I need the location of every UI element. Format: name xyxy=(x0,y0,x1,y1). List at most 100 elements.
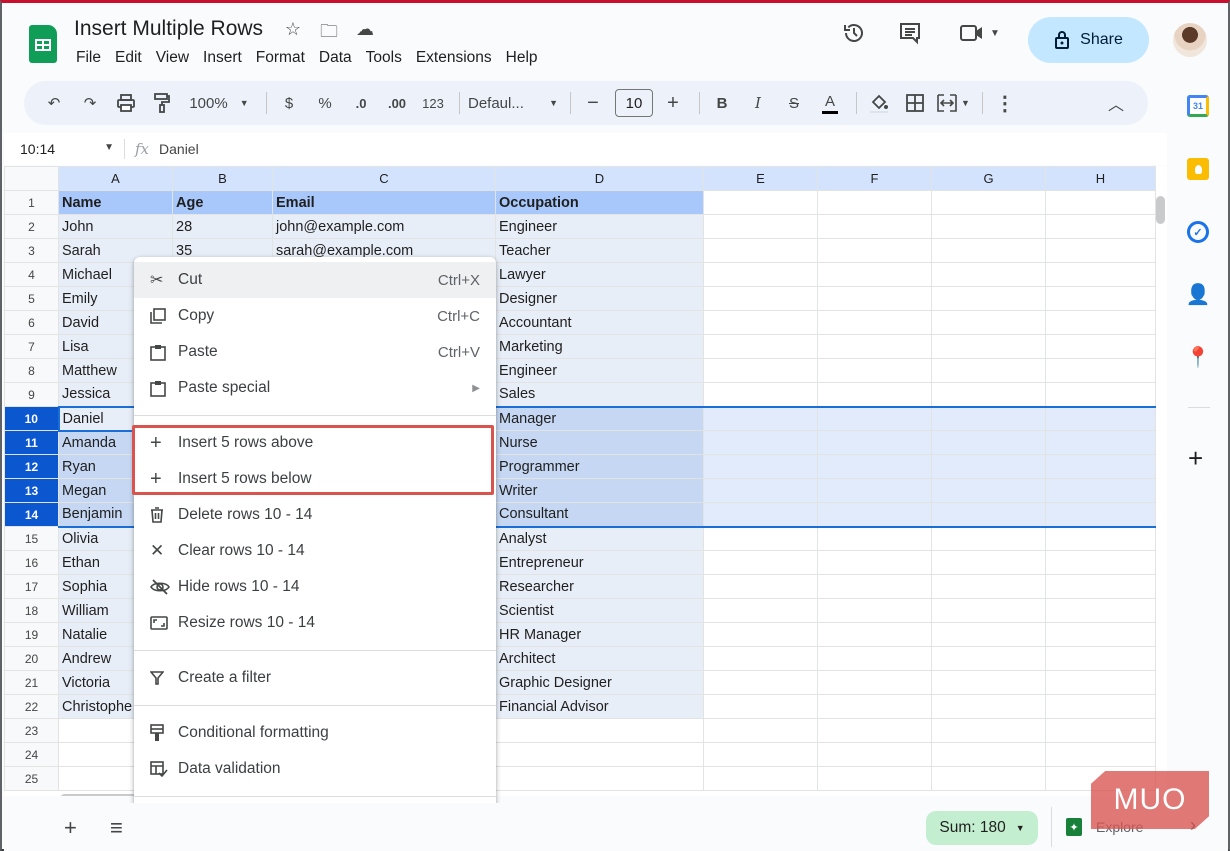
cell-d6[interactable]: Accountant xyxy=(495,310,704,335)
cell-h7[interactable] xyxy=(1045,334,1156,359)
sum-chip[interactable]: Sum: 180 ▼ xyxy=(926,811,1038,845)
menu-item-create-filter[interactable]: Create a filter xyxy=(134,660,496,696)
cell-g22[interactable] xyxy=(931,694,1046,719)
more-options-icon[interactable]: ⋮ xyxy=(991,89,1019,117)
paint-format-icon[interactable] xyxy=(148,89,176,117)
cell-d23[interactable] xyxy=(495,718,704,743)
cell-g23[interactable] xyxy=(931,718,1046,743)
cell-f12[interactable] xyxy=(817,454,932,479)
cell-g6[interactable] xyxy=(931,310,1046,335)
collapse-toolbar-icon[interactable]: ︿ xyxy=(1102,89,1130,117)
cell-h8[interactable] xyxy=(1045,358,1156,383)
cell-f9[interactable] xyxy=(817,382,932,407)
cell-f20[interactable] xyxy=(817,646,932,671)
add-addon-icon[interactable]: + xyxy=(1188,443,1203,474)
cell-h10[interactable] xyxy=(1045,405,1156,431)
cell-a2[interactable]: John xyxy=(58,214,173,239)
cell-e16[interactable] xyxy=(703,550,818,575)
cell-h24[interactable] xyxy=(1045,742,1156,767)
cell-b1[interactable]: Age xyxy=(172,190,273,215)
italic-button[interactable]: I xyxy=(744,89,772,117)
cell-f2[interactable] xyxy=(817,214,932,239)
row-header[interactable]: 9 xyxy=(4,382,59,407)
row-header[interactable]: 8 xyxy=(4,358,59,383)
share-button[interactable]: Share xyxy=(1028,17,1149,63)
cell-e3[interactable] xyxy=(703,238,818,263)
contacts-icon[interactable]: 👤 xyxy=(1186,283,1211,306)
cell-f13[interactable] xyxy=(817,478,932,503)
cell-h1[interactable] xyxy=(1045,190,1156,215)
cell-e22[interactable] xyxy=(703,694,818,719)
cell-h17[interactable] xyxy=(1045,574,1156,599)
cell-e21[interactable] xyxy=(703,670,818,695)
menu-tools[interactable]: Tools xyxy=(366,49,410,67)
cell-d9[interactable]: Sales xyxy=(495,382,704,407)
cell-a1[interactable]: Name xyxy=(58,190,173,215)
cell-e5[interactable] xyxy=(703,286,818,311)
column-header-c[interactable]: C xyxy=(272,166,496,191)
menu-extensions[interactable]: Extensions xyxy=(416,49,500,67)
row-header[interactable]: 5 xyxy=(4,286,59,311)
cell-h23[interactable] xyxy=(1045,718,1156,743)
row-header[interactable]: 22 xyxy=(4,694,59,719)
cell-g16[interactable] xyxy=(931,550,1046,575)
maps-icon[interactable]: 📍 xyxy=(1186,346,1211,369)
cell-h19[interactable] xyxy=(1045,622,1156,647)
font-select[interactable]: Defaul... ▼ xyxy=(468,89,558,117)
move-folder-icon[interactable]: 🗀 xyxy=(318,19,340,49)
cell-g11[interactable] xyxy=(931,430,1046,455)
version-history-icon[interactable] xyxy=(838,17,870,49)
horizontal-scrollbar[interactable] xyxy=(60,794,140,796)
menu-item-delete-rows[interactable]: Delete rows 10 - 14 xyxy=(134,497,496,533)
decrease-decimal-button[interactable]: .0 xyxy=(347,89,375,117)
cell-f18[interactable] xyxy=(817,598,932,623)
cell-d3[interactable]: Teacher xyxy=(495,238,704,263)
menu-item-clear-rows[interactable]: ✕ Clear rows 10 - 14 xyxy=(134,533,496,569)
cell-f25[interactable] xyxy=(817,766,932,791)
row-header[interactable]: 13 xyxy=(4,478,59,503)
name-box[interactable]: 10:14 ▼ xyxy=(4,141,124,157)
cell-h4[interactable] xyxy=(1045,262,1156,287)
currency-format-button[interactable]: $ xyxy=(275,89,303,117)
row-header[interactable]: 24 xyxy=(4,742,59,767)
cell-h20[interactable] xyxy=(1045,646,1156,671)
cloud-status-icon[interactable]: ☁ xyxy=(354,19,376,49)
row-header[interactable]: 19 xyxy=(4,622,59,647)
menu-view[interactable]: View xyxy=(156,49,197,67)
cell-d11[interactable]: Nurse xyxy=(495,430,704,455)
cell-e10[interactable] xyxy=(703,405,818,431)
row-header[interactable]: 18 xyxy=(4,598,59,623)
cell-g20[interactable] xyxy=(931,646,1046,671)
zoom-select[interactable]: 100% ▼ xyxy=(184,89,254,117)
menu-file[interactable]: File xyxy=(76,49,109,67)
redo-icon[interactable]: ↷ xyxy=(76,89,104,117)
cell-f21[interactable] xyxy=(817,670,932,695)
cell-d25[interactable] xyxy=(495,766,704,791)
row-header[interactable]: 25 xyxy=(4,766,59,791)
print-icon[interactable] xyxy=(112,89,140,117)
column-header-d[interactable]: D xyxy=(495,166,704,191)
cell-f3[interactable] xyxy=(817,238,932,263)
column-header-f[interactable]: F xyxy=(817,166,932,191)
cell-d20[interactable]: Architect xyxy=(495,646,704,671)
row-header[interactable]: 16 xyxy=(4,550,59,575)
cell-g10[interactable] xyxy=(931,405,1046,431)
cell-d16[interactable]: Entrepreneur xyxy=(495,550,704,575)
cell-f15[interactable] xyxy=(817,526,932,551)
cell-h14[interactable] xyxy=(1045,502,1156,528)
cell-d4[interactable]: Lawyer xyxy=(495,262,704,287)
row-header[interactable]: 10 xyxy=(4,406,59,431)
menu-edit[interactable]: Edit xyxy=(115,49,150,67)
cell-b2[interactable]: 28 xyxy=(172,214,273,239)
select-all-corner[interactable] xyxy=(4,166,59,191)
column-header-h[interactable]: H xyxy=(1045,166,1156,191)
cell-g24[interactable] xyxy=(931,742,1046,767)
cell-g17[interactable] xyxy=(931,574,1046,599)
all-sheets-icon[interactable]: ≡ xyxy=(110,815,123,841)
menu-item-copy[interactable]: Copy Ctrl+C xyxy=(134,298,496,334)
cell-h12[interactable] xyxy=(1045,454,1156,479)
cell-g21[interactable] xyxy=(931,670,1046,695)
strikethrough-button[interactable]: S xyxy=(780,89,808,117)
cell-f22[interactable] xyxy=(817,694,932,719)
cell-f16[interactable] xyxy=(817,550,932,575)
